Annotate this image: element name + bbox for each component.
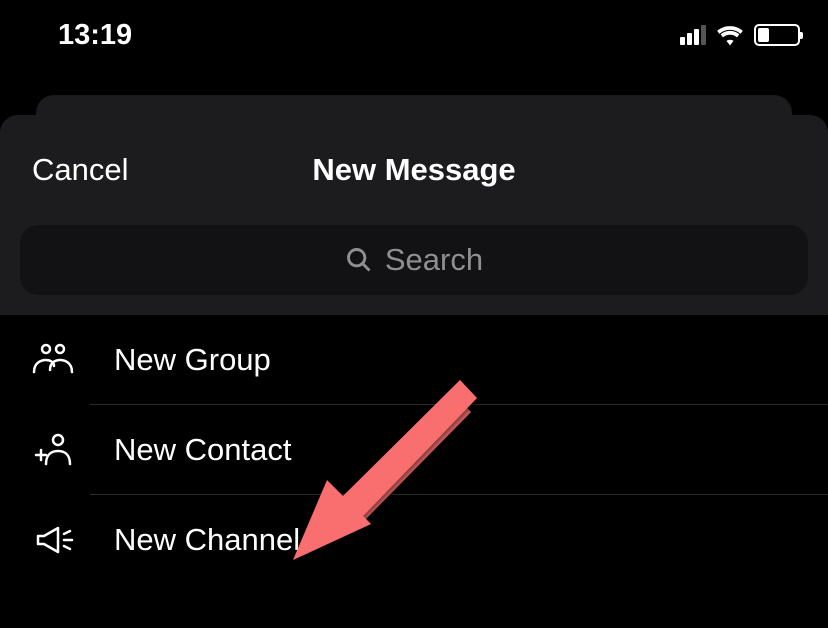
- new-channel-label: New Channel: [114, 522, 300, 558]
- search-input[interactable]: Search: [20, 225, 808, 295]
- megaphone-icon: [30, 520, 80, 560]
- new-contact-label: New Contact: [114, 432, 291, 468]
- sheet-header: Cancel New Message: [0, 140, 828, 200]
- new-group-label: New Group: [114, 342, 271, 378]
- new-message-sheet: Cancel New Message Search New Group: [0, 115, 828, 585]
- group-icon: [30, 340, 80, 380]
- new-group-item[interactable]: New Group: [20, 315, 828, 405]
- new-contact-item[interactable]: New Contact: [20, 405, 828, 495]
- sheet-title: New Message: [312, 152, 515, 188]
- status-bar: 13:19: [0, 0, 828, 60]
- wifi-icon: [716, 24, 744, 46]
- cancel-button[interactable]: Cancel: [32, 152, 129, 188]
- new-channel-item[interactable]: New Channel: [20, 495, 828, 585]
- search-icon: [345, 246, 373, 274]
- search-placeholder: Search: [385, 242, 483, 278]
- status-time: 13:19: [58, 19, 132, 52]
- add-contact-icon: [30, 430, 80, 470]
- search-container: Search: [0, 200, 828, 315]
- battery-icon: [754, 24, 800, 46]
- status-icons: [680, 24, 800, 46]
- options-list: New Group New Contact: [0, 315, 828, 585]
- cellular-icon: [680, 25, 706, 45]
